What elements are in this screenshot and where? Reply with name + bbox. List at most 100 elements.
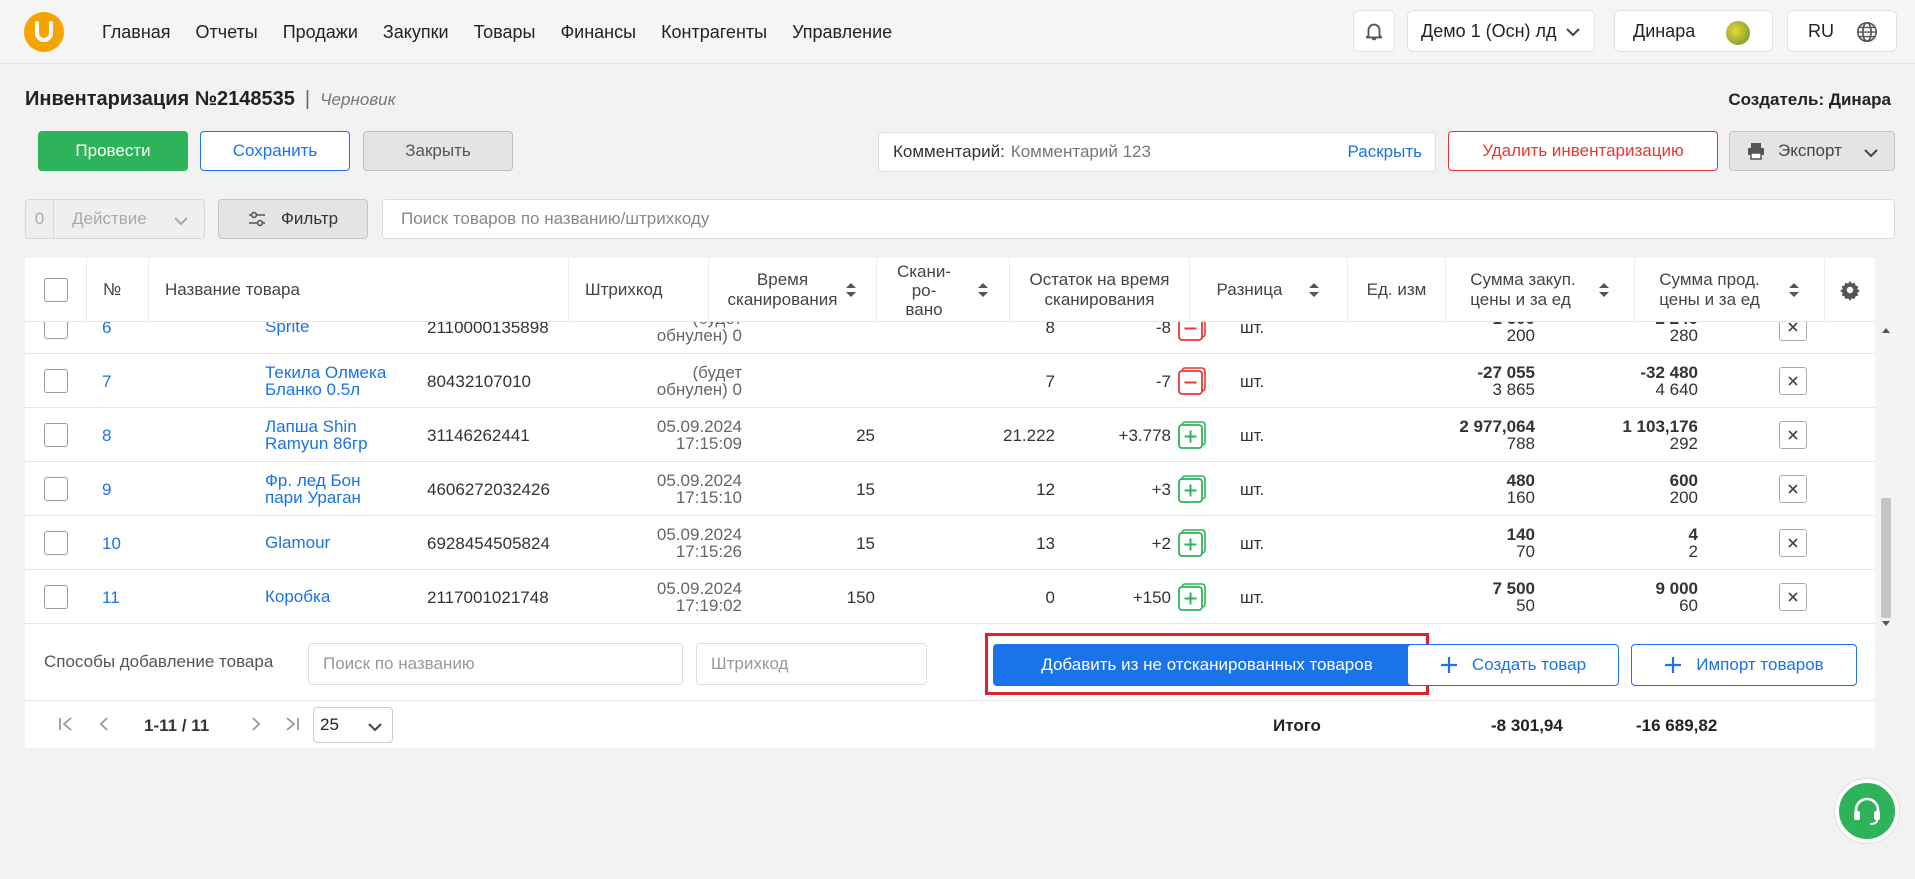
header-scanned[interactable]: Скани-ро-вано <box>877 258 1010 322</box>
globe-icon <box>1857 22 1877 42</box>
nav-item-home[interactable]: Главная <box>102 22 171 43</box>
unit-value: шт. <box>1240 588 1265 607</box>
row-num-link[interactable]: 11 <box>102 588 120 608</box>
product-name-link[interactable]: Текила Олмека Бланко 0.5л <box>265 364 386 398</box>
row-num-link[interactable]: 7 <box>102 372 111 392</box>
unit-value: шт. <box>1240 426 1265 445</box>
header-purchase-line2: цены и за ед <box>1470 290 1571 309</box>
page-size-select[interactable]: 25 <box>313 707 393 743</box>
nav-item-finance[interactable]: Финансы <box>560 22 636 43</box>
bulk-action-select[interactable]: 0 Действие <box>25 199 205 239</box>
product-name-link[interactable]: Glamour <box>265 534 330 551</box>
plus-icon <box>1665 657 1682 673</box>
product-name-line2: Бланко 0.5л <box>265 380 361 399</box>
header-sale[interactable]: Сумма прод. цены и за ед <box>1635 258 1825 322</box>
next-page-icon[interactable] <box>247 715 265 733</box>
select-all-checkbox[interactable] <box>43 278 68 302</box>
nav-item-counterparties[interactable]: Контрагенты <box>661 22 767 43</box>
filter-button[interactable]: Фильтр <box>218 199 368 239</box>
delete-inventory-button[interactable]: Удалить инвентаризацию <box>1448 131 1718 171</box>
remove-row-button[interactable] <box>1779 322 1807 341</box>
remove-row-button[interactable] <box>1779 367 1807 395</box>
sale-sum: 9 000 60 <box>1558 580 1698 614</box>
barcode-value: 31146262441 <box>427 426 530 445</box>
purchase-sum: 7 500 50 <box>1395 580 1535 614</box>
selected-count: 0 <box>26 200 54 238</box>
product-name-link[interactable]: Фр. лед Бон пари Ураган <box>265 472 361 506</box>
export-button[interactable]: Экспорт <box>1729 131 1895 171</box>
product-name-link[interactable]: Коробка <box>265 588 330 605</box>
main-nav: Главная Отчеты Продажи Закупки Товары Фи… <box>102 0 892 64</box>
language-select[interactable]: RU <box>1787 10 1897 52</box>
row-checkbox[interactable] <box>44 531 68 555</box>
organization-select[interactable]: Демо 1 (Осн) лд <box>1407 10 1595 52</box>
row-num-link[interactable]: 9 <box>102 480 111 500</box>
diff-value: -8 <box>1155 322 1171 337</box>
header-scan-time[interactable]: Время сканирования <box>709 258 877 322</box>
nav-item-reports[interactable]: Отчеты <box>196 22 258 43</box>
nav-item-products[interactable]: Товары <box>474 22 536 43</box>
nav-item-sales[interactable]: Продажи <box>283 22 358 43</box>
unit-value: шт. <box>1240 372 1265 391</box>
save-button[interactable]: Сохранить <box>200 131 350 171</box>
conduct-button[interactable]: Провести <box>38 131 188 171</box>
last-page-icon[interactable] <box>283 715 301 733</box>
plus-square-icon <box>1178 529 1206 557</box>
remove-row-button[interactable] <box>1779 529 1807 557</box>
avatar <box>1726 21 1750 45</box>
header-purchase-line1: Сумма закуп. <box>1470 270 1576 289</box>
table-scrollbar[interactable] <box>1876 322 1896 634</box>
row-checkbox[interactable] <box>44 369 68 393</box>
import-products-button[interactable]: Импорт товаров <box>1631 644 1857 686</box>
create-product-button[interactable]: Создать товар <box>1407 644 1619 686</box>
sale-total: 600 <box>1669 471 1698 490</box>
nav-item-management[interactable]: Управление <box>792 22 892 43</box>
row-num-link[interactable]: 8 <box>102 426 111 446</box>
remove-row-button[interactable] <box>1779 421 1807 449</box>
sale-unit-price: 2 <box>1688 542 1698 561</box>
top-navigation-bar: Главная Отчеты Продажи Закупки Товары Фи… <box>0 0 1915 64</box>
add-unscanned-button[interactable]: Добавить из не отсканированных товаров <box>993 644 1421 686</box>
user-menu[interactable]: Динара <box>1614 10 1773 52</box>
product-name-link[interactable]: Лапша Shin Ramyun 86гр <box>265 418 368 452</box>
add-search-name-input[interactable] <box>308 643 683 685</box>
remove-row-button[interactable] <box>1779 475 1807 503</box>
remove-row-button[interactable] <box>1779 583 1807 611</box>
row-checkbox[interactable] <box>44 477 68 501</box>
prev-page-icon[interactable] <box>95 715 113 733</box>
action-label: Действие <box>72 209 147 228</box>
product-name-link[interactable]: Sprite <box>265 322 309 335</box>
table-body: 6Sprite2110000135898(будетобнулен) 08-8ш… <box>25 322 1875 634</box>
scanned-value: 150 <box>846 588 875 607</box>
add-barcode-input[interactable] <box>696 643 927 685</box>
sale-total: 4 <box>1688 525 1698 544</box>
row-num-link[interactable]: 6 <box>102 322 111 338</box>
first-page-icon[interactable] <box>57 715 75 733</box>
header-diff-label: Разница <box>1216 280 1283 299</box>
scrollbar-thumb[interactable] <box>1881 498 1891 618</box>
title-separator: | <box>304 88 311 110</box>
logo-icon[interactable] <box>24 12 64 52</box>
user-name: Динара <box>1633 20 1696 41</box>
organization-name: Демо 1 (Осн) лд <box>1421 20 1557 41</box>
purchase-unit-price: 788 <box>1506 434 1535 453</box>
row-checkbox[interactable] <box>44 423 68 447</box>
row-checkbox[interactable] <box>44 585 68 609</box>
scanned-value: 25 <box>856 426 875 445</box>
close-button[interactable]: Закрыть <box>363 131 513 171</box>
nav-item-purchases[interactable]: Закупки <box>383 22 449 43</box>
barcode-value: 80432107010 <box>427 372 532 391</box>
row-checkbox[interactable] <box>44 322 68 339</box>
header-diff[interactable]: Разница <box>1190 258 1348 322</box>
support-chat-button[interactable] <box>1835 779 1899 843</box>
column-settings-button[interactable] <box>1825 258 1875 322</box>
expand-comment-link[interactable]: Раскрыть <box>1348 142 1422 162</box>
bell-icon <box>1365 23 1383 41</box>
purchase-sum: -1 600200 <box>1395 322 1535 344</box>
product-search-input[interactable] <box>382 199 1895 239</box>
row-num-link[interactable]: 10 <box>102 534 121 554</box>
create-product-label: Создать товар <box>1471 655 1587 674</box>
comment-field[interactable]: Комментарий: Комментарий 123 Раскрыть <box>878 132 1436 172</box>
header-purchase[interactable]: Сумма закуп. цены и за ед <box>1446 258 1635 322</box>
notifications-button[interactable] <box>1353 10 1395 52</box>
